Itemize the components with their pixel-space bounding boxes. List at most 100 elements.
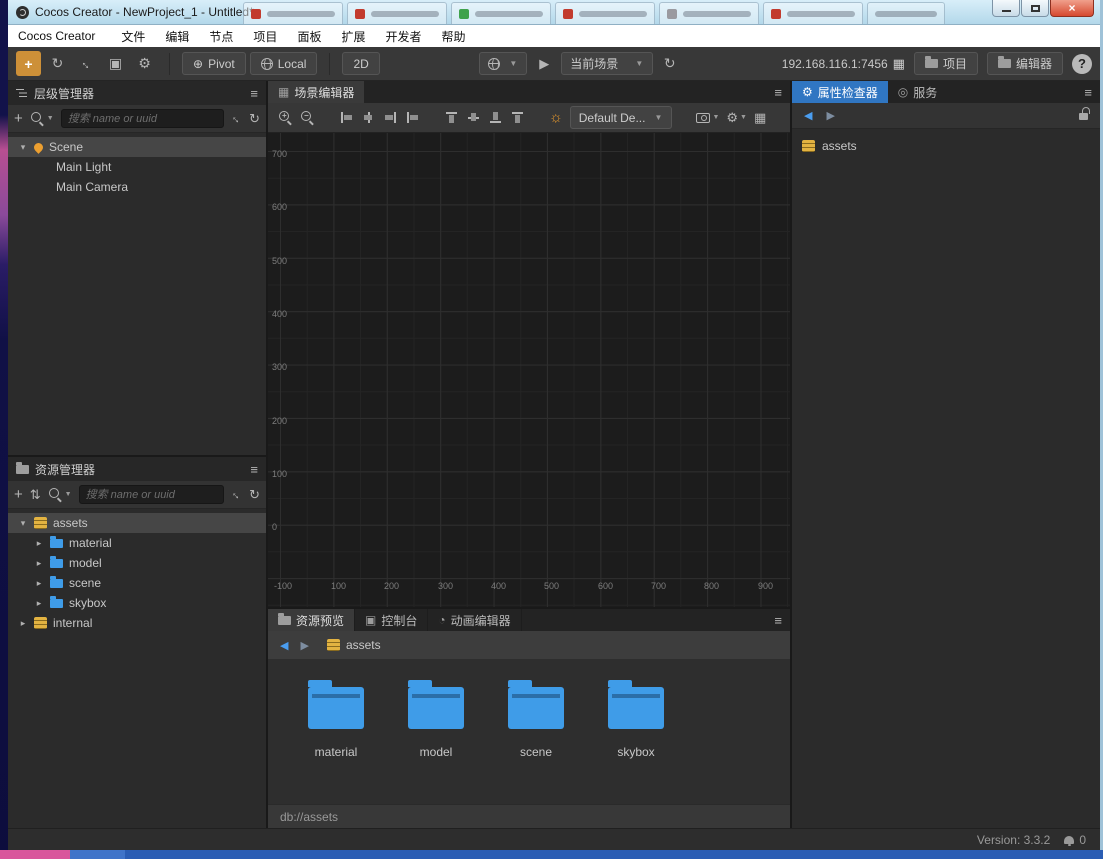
- search-filter-button[interactable]: ▼: [48, 487, 72, 502]
- tree-row-scene-folder[interactable]: ▸ scene: [8, 573, 266, 593]
- asset-folder-material[interactable]: material: [286, 673, 386, 804]
- gizmo-camera-dropdown[interactable]: Default De... ▼: [569, 106, 673, 129]
- tab-services[interactable]: ◎ 服务: [888, 81, 948, 103]
- asset-folder-skybox[interactable]: skybox: [586, 673, 686, 804]
- tree-row-scene[interactable]: ▾ Scene: [8, 137, 266, 157]
- align-bottom-icon[interactable]: [488, 110, 503, 125]
- tab-animation-editor[interactable]: ◔ 动画编辑器: [428, 609, 522, 631]
- tree-row-main-camera[interactable]: Main Camera: [8, 177, 266, 197]
- caret-collapsed-icon[interactable]: ▸: [34, 578, 44, 589]
- coordinate-toggle-button[interactable]: Local: [249, 52, 318, 75]
- play-button[interactable]: ▶: [531, 56, 557, 72]
- caret-collapsed-icon[interactable]: ▸: [34, 598, 44, 609]
- ruler-label: -100: [274, 581, 293, 591]
- refresh-button[interactable]: ↻: [657, 51, 682, 76]
- menu-app-name[interactable]: Cocos Creator: [18, 29, 95, 43]
- menu-item-file[interactable]: 文件: [111, 28, 155, 45]
- align-right-icon[interactable]: [383, 110, 398, 125]
- tree-row-model[interactable]: ▸ model: [8, 553, 266, 573]
- tab-asset-preview[interactable]: 资源预览: [268, 609, 356, 631]
- create-asset-button[interactable]: +: [14, 486, 23, 503]
- open-project-folder-button[interactable]: 项目: [913, 52, 978, 75]
- caret-expanded-icon[interactable]: ▾: [18, 142, 28, 153]
- tab-console[interactable]: ▣ 控制台: [355, 609, 429, 631]
- align-center-horizontal-icon[interactable]: [361, 110, 376, 125]
- create-node-button[interactable]: +: [14, 110, 23, 127]
- tree-row-material[interactable]: ▸ material: [8, 533, 266, 553]
- tree-row-assets[interactable]: ▾ assets: [8, 513, 266, 533]
- scene-canvas[interactable]: 700 600 500 400 300 200 100 0 -100 100 2…: [268, 133, 790, 607]
- 2d-3d-toggle-button[interactable]: 2D: [342, 52, 380, 75]
- menu-item-project[interactable]: 项目: [243, 28, 287, 45]
- scene-settings-button[interactable]: ⚙ ▼: [726, 110, 747, 126]
- move-tool-button[interactable]: +: [16, 51, 41, 76]
- lock-button[interactable]: [1079, 106, 1090, 125]
- preview-tabbar: 资源预览 ▣ 控制台 ◔ 动画编辑器 ≡: [268, 609, 790, 631]
- hierarchy-search-input[interactable]: [60, 109, 225, 128]
- maximize-button[interactable]: [1021, 0, 1049, 17]
- menu-item-edit[interactable]: 编辑: [155, 28, 199, 45]
- sort-button[interactable]: ⇅: [30, 487, 41, 503]
- scale-tool-button[interactable]: ↔: [74, 51, 99, 76]
- panel-menu-icon[interactable]: ≡: [1084, 85, 1092, 100]
- gizmo-settings-button[interactable]: ⚙: [132, 51, 157, 76]
- menu-item-developer[interactable]: 开发者: [375, 28, 431, 45]
- distribute-vertical-icon[interactable]: [510, 110, 525, 125]
- menu-item-node[interactable]: 节点: [199, 28, 243, 45]
- tab-scene-editor[interactable]: ▦ 场景编辑器: [268, 81, 365, 103]
- tree-row-main-light[interactable]: Main Light: [8, 157, 266, 177]
- rect-tool-button[interactable]: ▣: [103, 51, 128, 76]
- rotate-tool-button[interactable]: ↻: [45, 51, 70, 76]
- menu-item-help[interactable]: 帮助: [431, 28, 475, 45]
- camera-settings-button[interactable]: ▼: [696, 112, 719, 123]
- preview-browser-dropdown[interactable]: ▼: [479, 52, 528, 75]
- forward-arrow-icon[interactable]: ▶: [300, 639, 308, 652]
- back-arrow-icon[interactable]: ◀: [280, 639, 288, 652]
- align-middle-vertical-icon[interactable]: [466, 110, 481, 125]
- caret-collapsed-icon[interactable]: ▸: [34, 538, 44, 549]
- caret-collapsed-icon[interactable]: ▸: [34, 558, 44, 569]
- tab-inspector[interactable]: ⚙ 属性检查器: [792, 81, 888, 103]
- panel-menu-icon[interactable]: ≡: [250, 86, 258, 101]
- help-button[interactable]: ?: [1072, 53, 1092, 74]
- align-left-icon[interactable]: [339, 110, 354, 125]
- forward-arrow-icon[interactable]: ▶: [826, 109, 834, 122]
- minimize-button[interactable]: [992, 0, 1020, 17]
- ruler-label: 800: [704, 581, 720, 591]
- inspector-content: assets: [792, 129, 1100, 828]
- search-filter-button[interactable]: ▼: [30, 111, 54, 126]
- breadcrumb[interactable]: assets: [326, 638, 381, 652]
- qr-code-icon[interactable]: ▦: [893, 56, 905, 72]
- zoom-in-icon[interactable]: +: [278, 110, 293, 125]
- tab-favicon: [251, 8, 261, 19]
- open-editor-folder-button[interactable]: 编辑器: [986, 52, 1063, 75]
- tree-row-skybox[interactable]: ▸ skybox: [8, 593, 266, 613]
- pivot-toggle-button[interactable]: ⊕ Pivot: [182, 52, 246, 75]
- collapse-all-button[interactable]: ↔: [228, 110, 244, 126]
- back-arrow-icon[interactable]: ◀: [804, 109, 812, 122]
- asset-folder-scene[interactable]: scene: [486, 673, 586, 804]
- caret-collapsed-icon[interactable]: ▸: [18, 618, 28, 629]
- console-icon: ▣: [365, 613, 377, 627]
- notifications-button[interactable]: 0: [1064, 833, 1086, 847]
- refresh-button[interactable]: ↻: [249, 487, 260, 503]
- asset-folder-model[interactable]: model: [386, 673, 486, 804]
- menu-item-panel[interactable]: 面板: [287, 28, 331, 45]
- align-top-icon[interactable]: [444, 110, 459, 125]
- distribute-horizontal-icon[interactable]: [405, 110, 420, 125]
- menu-item-extension[interactable]: 扩展: [331, 28, 375, 45]
- lighting-toggle-icon[interactable]: ☼: [549, 109, 563, 126]
- tree-row-internal[interactable]: ▸ internal: [8, 613, 266, 633]
- assets-search-input[interactable]: [78, 485, 225, 504]
- grid-toggle-button[interactable]: ▦: [754, 110, 766, 126]
- panel-menu-icon[interactable]: ≡: [774, 613, 782, 628]
- panel-menu-icon[interactable]: ≡: [250, 462, 258, 477]
- scene-select-dropdown[interactable]: 当前场景 ▼: [561, 52, 654, 75]
- panel-menu-icon[interactable]: ≡: [774, 85, 782, 100]
- inspected-asset[interactable]: assets: [802, 139, 1090, 153]
- refresh-button[interactable]: ↻: [249, 111, 260, 127]
- caret-expanded-icon[interactable]: ▾: [18, 518, 28, 529]
- collapse-all-button[interactable]: ↔: [228, 486, 244, 502]
- zoom-out-icon[interactable]: −: [300, 110, 315, 125]
- close-button[interactable]: ×: [1050, 0, 1094, 17]
